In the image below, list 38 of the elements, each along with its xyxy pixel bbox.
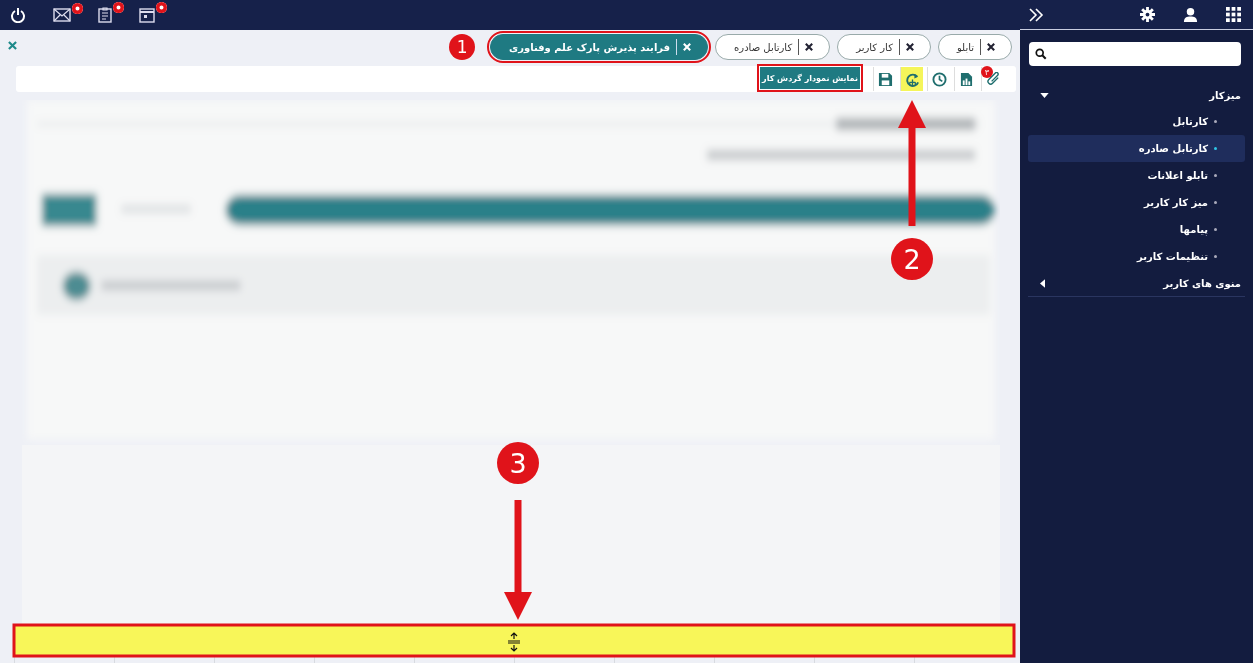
menu-item[interactable]: تنظیمات کاربر bbox=[1028, 243, 1245, 270]
clipboard-icon[interactable] bbox=[98, 7, 112, 23]
close-icon[interactable] bbox=[905, 43, 914, 51]
caret-down-icon bbox=[1040, 92, 1049, 98]
envelope-icon[interactable] bbox=[53, 8, 71, 22]
menu-item[interactable]: کارتابل bbox=[1028, 108, 1245, 135]
search-field[interactable] bbox=[1029, 42, 1241, 66]
search-icon bbox=[1035, 48, 1047, 60]
settings-icon[interactable] bbox=[1140, 7, 1155, 22]
calendar-icon[interactable] bbox=[139, 7, 155, 23]
close-icon[interactable] bbox=[987, 43, 995, 51]
menu-item[interactable]: کارتابل صادره bbox=[1028, 135, 1245, 162]
save-icon[interactable] bbox=[877, 71, 893, 87]
tab[interactable]: تابلو bbox=[937, 34, 1012, 60]
tab[interactable]: کارتابل صادره bbox=[715, 34, 831, 60]
close-icon[interactable] bbox=[805, 43, 814, 51]
bar-chart-icon[interactable] bbox=[959, 71, 973, 87]
menu-item[interactable]: پیامها bbox=[1028, 216, 1245, 243]
step-marker: 2 bbox=[891, 238, 933, 280]
count-badge: ۳ bbox=[981, 66, 993, 78]
menu-item[interactable]: تابلو اعلانات bbox=[1028, 162, 1245, 189]
tab[interactable]: فرایند پذیرش پارک علم وفناوری bbox=[490, 34, 709, 60]
tab[interactable]: کار کاربر bbox=[837, 34, 931, 60]
resize-handle-icon[interactable] bbox=[508, 631, 520, 652]
double-chevron-icon[interactable] bbox=[1028, 7, 1044, 22]
menu-group[interactable]: میزکار bbox=[1028, 82, 1245, 108]
caret-left-icon bbox=[1040, 278, 1045, 288]
user-icon[interactable] bbox=[1183, 7, 1198, 22]
step-marker: 1 bbox=[449, 34, 476, 60]
clock-icon[interactable] bbox=[931, 71, 947, 87]
tooltip: نمایش نمودار گردش کار bbox=[760, 67, 860, 89]
step-marker: 3 bbox=[497, 442, 539, 484]
app-grid-icon[interactable] bbox=[1226, 7, 1241, 22]
menu-group[interactable]: منوی های کاربر bbox=[1028, 270, 1245, 297]
menu-item[interactable]: میز کار کاربر bbox=[1028, 189, 1245, 216]
paperclip-icon[interactable] bbox=[985, 71, 1001, 87]
workflow-icon[interactable] bbox=[904, 71, 920, 87]
power-icon[interactable] bbox=[10, 7, 26, 23]
